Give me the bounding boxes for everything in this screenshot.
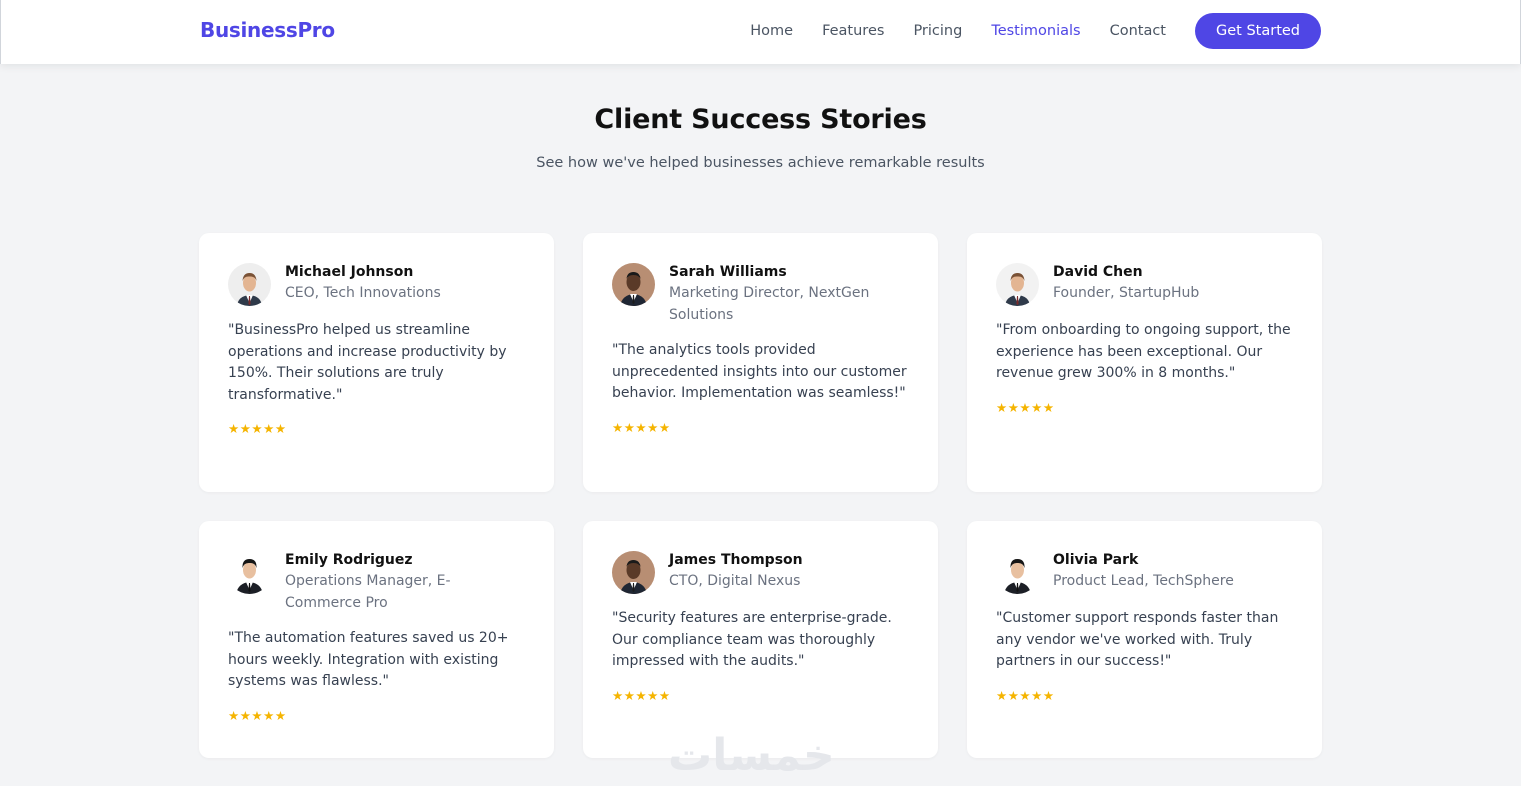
star-rating: ★★★★★ <box>228 707 287 723</box>
avatar <box>228 263 271 306</box>
star-rating: ★★★★★ <box>612 687 671 703</box>
testimonial-card: Sarah Williams Marketing Director, NextG… <box>583 233 938 492</box>
author-name: Michael Johnson <box>285 264 414 280</box>
get-started-button[interactable]: Get Started <box>1195 13 1321 49</box>
testimonial-author: James Thompson CTO, Digital Nexus <box>669 550 803 592</box>
nav-link-contact[interactable]: Contact <box>1110 23 1166 39</box>
avatar-dark-hair-man-icon <box>228 551 271 594</box>
author-name: Emily Rodriguez <box>285 552 413 568</box>
avatar <box>996 263 1039 306</box>
nav-link-testimonials[interactable]: Testimonials <box>991 23 1080 39</box>
testimonial-header: Emily Rodriguez Operations Manager, E-Co… <box>228 550 526 614</box>
testimonial-quote: "Customer support responds faster than a… <box>996 610 1279 670</box>
author-role: CEO, Tech Innovations <box>285 285 441 301</box>
nav-link-home[interactable]: Home <box>750 23 793 39</box>
nav-links: Home Features Pricing Testimonials Conta… <box>721 13 1321 49</box>
testimonial-quote: "From onboarding to ongoing support, the… <box>996 322 1291 382</box>
watermark-logo: خمسات <box>668 730 835 781</box>
author-role: CTO, Digital Nexus <box>669 573 801 589</box>
testimonial-header: Olivia Park Product Lead, TechSphere <box>996 550 1294 594</box>
testimonial-author: Emily Rodriguez Operations Manager, E-Co… <box>285 550 526 614</box>
nav-link-pricing[interactable]: Pricing <box>913 23 962 39</box>
testimonial-card: David Chen Founder, StartupHub "From onb… <box>967 233 1322 492</box>
author-name: Olivia Park <box>1053 552 1139 568</box>
testimonial-author: Sarah Williams Marketing Director, NextG… <box>669 262 910 326</box>
author-role: Marketing Director, NextGen Solutions <box>669 285 870 323</box>
section-title: Client Success Stories <box>594 104 927 135</box>
testimonial-header: David Chen Founder, StartupHub <box>996 262 1294 306</box>
section-subtitle: See how we've helped businesses achieve … <box>536 155 985 171</box>
star-rating: ★★★★★ <box>996 687 1055 703</box>
testimonials-grid: Michael Johnson CEO, Tech Innovations "B… <box>199 233 1322 758</box>
testimonial-author: Olivia Park Product Lead, TechSphere <box>1053 550 1234 592</box>
brand-logo[interactable]: BusinessPro <box>200 18 335 42</box>
author-role: Product Lead, TechSphere <box>1053 573 1234 589</box>
testimonial-card: Michael Johnson CEO, Tech Innovations "B… <box>199 233 554 492</box>
testimonial-quote: "Security features are enterprise-grade.… <box>612 610 892 670</box>
star-rating: ★★★★★ <box>996 399 1055 415</box>
star-rating: ★★★★★ <box>612 419 671 435</box>
avatar-dark-skin-man-icon <box>612 263 655 306</box>
testimonial-author: Michael Johnson CEO, Tech Innovations <box>285 262 441 304</box>
testimonial-header: James Thompson CTO, Digital Nexus <box>612 550 910 594</box>
testimonial-header: Michael Johnson CEO, Tech Innovations <box>228 262 526 306</box>
top-navbar: BusinessPro Home Features Pricing Testim… <box>0 0 1521 64</box>
avatar-light-skin-man-icon <box>996 263 1039 306</box>
testimonial-card: James Thompson CTO, Digital Nexus "Secur… <box>583 521 938 758</box>
avatar <box>612 263 655 306</box>
author-role: Operations Manager, E-Commerce Pro <box>285 573 451 611</box>
avatar <box>612 551 655 594</box>
author-role: Founder, StartupHub <box>1053 285 1200 301</box>
star-rating: ★★★★★ <box>228 421 287 437</box>
testimonial-header: Sarah Williams Marketing Director, NextG… <box>612 262 910 326</box>
avatar-light-skin-man-icon <box>228 263 271 306</box>
author-name: Sarah Williams <box>669 264 787 280</box>
testimonial-quote: "The automation features saved us 20+ ho… <box>228 630 509 690</box>
testimonial-card: Olivia Park Product Lead, TechSphere "Cu… <box>967 521 1322 758</box>
author-name: James Thompson <box>669 552 803 568</box>
author-name: David Chen <box>1053 264 1143 280</box>
avatar <box>228 551 271 594</box>
testimonial-card: Emily Rodriguez Operations Manager, E-Co… <box>199 521 554 758</box>
testimonial-quote: "The analytics tools provided unpreceden… <box>612 342 907 402</box>
avatar-dark-skin-man-icon <box>612 551 655 594</box>
testimonial-author: David Chen Founder, StartupHub <box>1053 262 1199 304</box>
avatar <box>996 551 1039 594</box>
avatar-dark-hair-man-icon <box>996 551 1039 594</box>
nav-link-features[interactable]: Features <box>822 23 884 39</box>
testimonial-quote: "BusinessPro helped us streamline operat… <box>228 322 507 403</box>
